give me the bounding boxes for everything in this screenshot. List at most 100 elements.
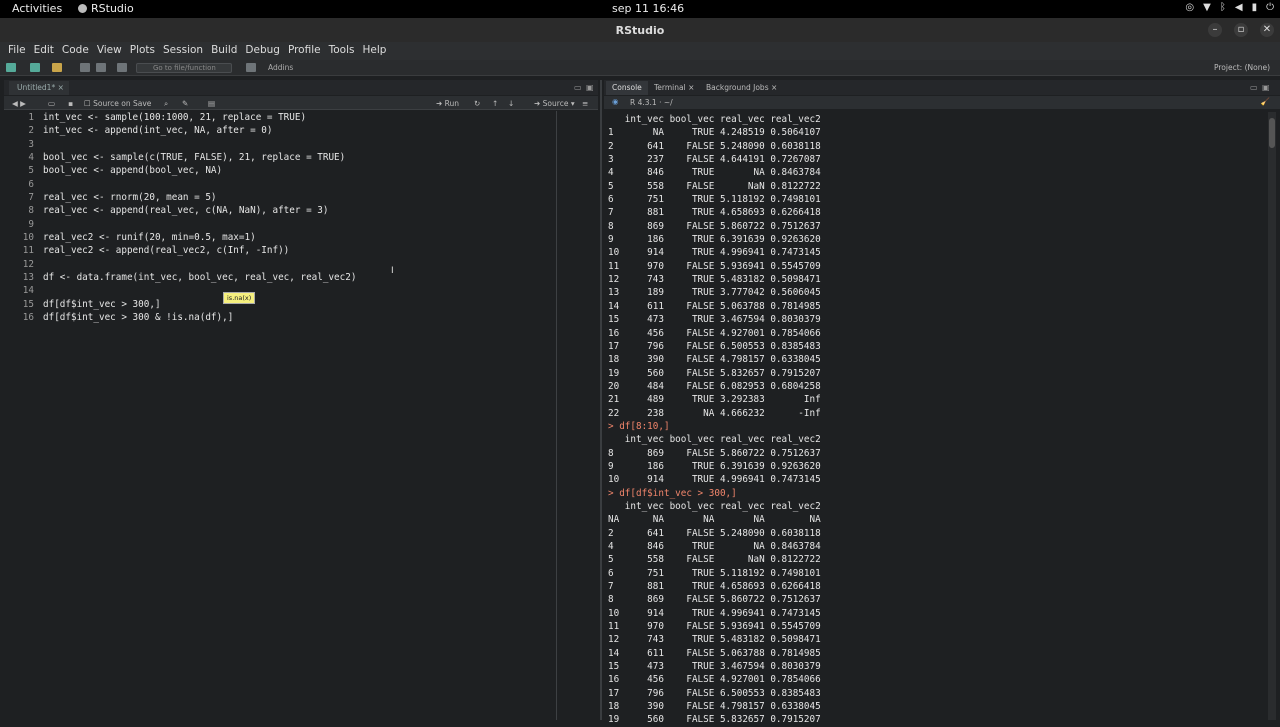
code-tools-icon[interactable]: ✎ (182, 99, 188, 108)
line-number: 8 (28, 205, 34, 217)
menu-code[interactable]: Code (58, 42, 93, 60)
code-line[interactable]: real_vec2 <- runif(20, min=0.5, max=1) (43, 231, 356, 244)
addins-menu[interactable]: Addins (268, 63, 293, 72)
activities-button[interactable]: Activities (12, 2, 62, 15)
save-icon[interactable] (80, 63, 90, 72)
console-output-line: NA NA NA NA NA (608, 514, 821, 526)
code-line[interactable]: df[df$int_vec > 300,] (43, 298, 356, 311)
line-number: 10 (22, 232, 34, 244)
menu-edit[interactable]: Edit (30, 42, 58, 60)
tab-terminal[interactable]: Terminal × (648, 81, 700, 95)
tab-terminal-label: Terminal (654, 83, 686, 92)
close-tab-icon[interactable]: × (688, 83, 694, 92)
battery-icon[interactable]: ▮ (1252, 2, 1258, 13)
go-to-file-input[interactable]: Go to file/function (136, 63, 232, 73)
code-line[interactable] (43, 258, 356, 271)
close-tab-icon[interactable]: × (771, 83, 777, 92)
code-line[interactable]: df[df$int_vec > 300 & !is.na(df),] (43, 311, 356, 324)
menu-help[interactable]: Help (358, 42, 390, 60)
wifi-icon[interactable]: ▼ (1203, 2, 1211, 13)
minimize-icon[interactable]: – (1208, 23, 1222, 37)
bluetooth-icon[interactable]: ᛒ (1220, 2, 1226, 13)
code-line[interactable]: real_vec <- rnorm(20, mean = 5) (43, 191, 356, 204)
code-line[interactable]: bool_vec <- append(bool_vec, NA) (43, 164, 356, 177)
line-number: 4 (28, 152, 34, 164)
console-output-line: 20 484 FALSE 6.082953 0.6804258 (608, 380, 821, 392)
back-icon[interactable]: ◀ ▶ (12, 99, 26, 108)
console-command: > df[df$int_vec > 300,] (608, 487, 737, 499)
up-icon[interactable]: ↑ (492, 99, 498, 108)
project-menu[interactable]: Project: (None) (1214, 63, 1270, 72)
minimize-pane-icon[interactable]: ▭ (1250, 83, 1258, 92)
rerun-icon[interactable]: ↻ (474, 99, 480, 108)
pane-splitter[interactable] (600, 80, 602, 720)
console-output-line: 2 641 FALSE 5.248090 0.6038118 (608, 527, 821, 539)
menu-debug[interactable]: Debug (241, 42, 284, 60)
code-line[interactable]: int_vec <- sample(100:1000, 21, replace … (43, 111, 356, 124)
maximize-pane-icon[interactable]: ▣ (1262, 83, 1270, 92)
down-icon[interactable]: ↓ (508, 99, 514, 108)
line-number: 9 (28, 218, 34, 230)
search-icon[interactable]: ⌕ (164, 99, 168, 109)
compile-report-icon[interactable]: ▤ (208, 99, 215, 108)
menu-build[interactable]: Build (207, 42, 241, 60)
menu-bar: File Edit Code View Plots Session Build Debug Pr… (0, 42, 1280, 60)
menu-file[interactable]: File (4, 42, 30, 60)
code-line[interactable]: int_vec <- append(int_vec, NA, after = 0… (43, 124, 356, 137)
code-line[interactable]: bool_vec <- sample(c(TRUE, FALSE), 21, r… (43, 151, 356, 164)
console-output-line: 19 560 FALSE 5.832657 0.7915207 (608, 714, 821, 726)
line-number: 7 (28, 192, 34, 204)
menu-view[interactable]: View (93, 42, 126, 60)
code-line[interactable] (43, 284, 356, 297)
show-in-window-icon[interactable]: ▭ (48, 99, 55, 108)
menu-tools[interactable]: Tools (325, 42, 359, 60)
minimize-pane-icon[interactable]: ▭ (574, 83, 582, 92)
open-file-icon[interactable] (52, 63, 62, 72)
code-line[interactable]: df <- data.frame(int_vec, bool_vec, real… (43, 271, 356, 284)
console-output-line: 2 641 FALSE 5.248090 0.6038118 (608, 140, 821, 152)
system-tray[interactable]: ◎ ▼ ᛒ ◀ ▮ ⏻ (1185, 2, 1274, 13)
run-button[interactable]: ➜ Run (436, 99, 459, 108)
code-line[interactable] (43, 178, 356, 191)
print-icon[interactable] (117, 63, 127, 72)
source-button[interactable]: ➜ Source ▾ (534, 99, 575, 108)
menu-session[interactable]: Session (159, 42, 207, 60)
line-number: 16 (22, 312, 34, 324)
source-on-save-checkbox[interactable]: ☐ Source on Save (84, 99, 151, 108)
line-number: 5 (28, 165, 34, 177)
code-line[interactable]: real_vec2 <- append(real_vec2, c(Inf, -I… (43, 244, 356, 257)
console-output-line: int_vec bool_vec real_vec real_vec2 (608, 114, 821, 125)
editor-tab[interactable]: Untitled1* × (9, 81, 69, 95)
menu-plots[interactable]: Plots (126, 42, 159, 60)
new-file-icon[interactable] (6, 63, 16, 72)
console-output-line: 11 970 FALSE 5.936941 0.5545709 (608, 621, 821, 633)
save-all-icon[interactable] (96, 63, 106, 72)
close-tab-icon[interactable]: × (58, 83, 64, 92)
menu-profile[interactable]: Profile (284, 42, 325, 60)
tab-background-jobs[interactable]: Background Jobs × (700, 81, 783, 95)
restore-icon[interactable]: ▫ (1234, 23, 1248, 37)
outline-icon[interactable]: ≡ (582, 99, 588, 108)
editor-tab-bar: Untitled1* × ▭ ▣ (4, 80, 598, 95)
tab-console[interactable]: Console (606, 81, 648, 95)
save-icon[interactable]: ▪ (68, 99, 73, 108)
power-icon[interactable]: ⏻ (1266, 2, 1274, 13)
update-icon[interactable]: ◎ (1185, 2, 1194, 13)
close-icon[interactable]: ✕ (1260, 23, 1274, 37)
code-line[interactable] (43, 218, 356, 231)
code-editor[interactable]: int_vec <- sample(100:1000, 21, replace … (43, 111, 356, 325)
scrollbar-thumb[interactable] (1269, 118, 1275, 148)
console-scrollbar[interactable] (1268, 112, 1276, 720)
console-output-line: 9 186 TRUE 6.391639 0.9263620 (608, 460, 821, 472)
clear-console-icon[interactable]: 🧹 (1261, 97, 1270, 106)
console-output-line: 10 914 TRUE 4.996941 0.7473145 (608, 247, 821, 259)
volume-icon[interactable]: ◀ (1235, 2, 1243, 13)
new-project-icon[interactable] (30, 63, 40, 72)
maximize-pane-icon[interactable]: ▣ (586, 83, 594, 92)
console-output[interactable]: int_vec bool_vec real_vec real_vec2 1 NA … (608, 113, 821, 727)
code-line[interactable] (43, 138, 356, 151)
app-menu[interactable]: RStudio (78, 2, 134, 15)
clock[interactable]: sep 11 16:46 (612, 2, 684, 15)
workspace-panes-icon[interactable] (246, 63, 256, 72)
code-line[interactable]: real_vec <- append(real_vec, c(NA, NaN),… (43, 204, 356, 217)
